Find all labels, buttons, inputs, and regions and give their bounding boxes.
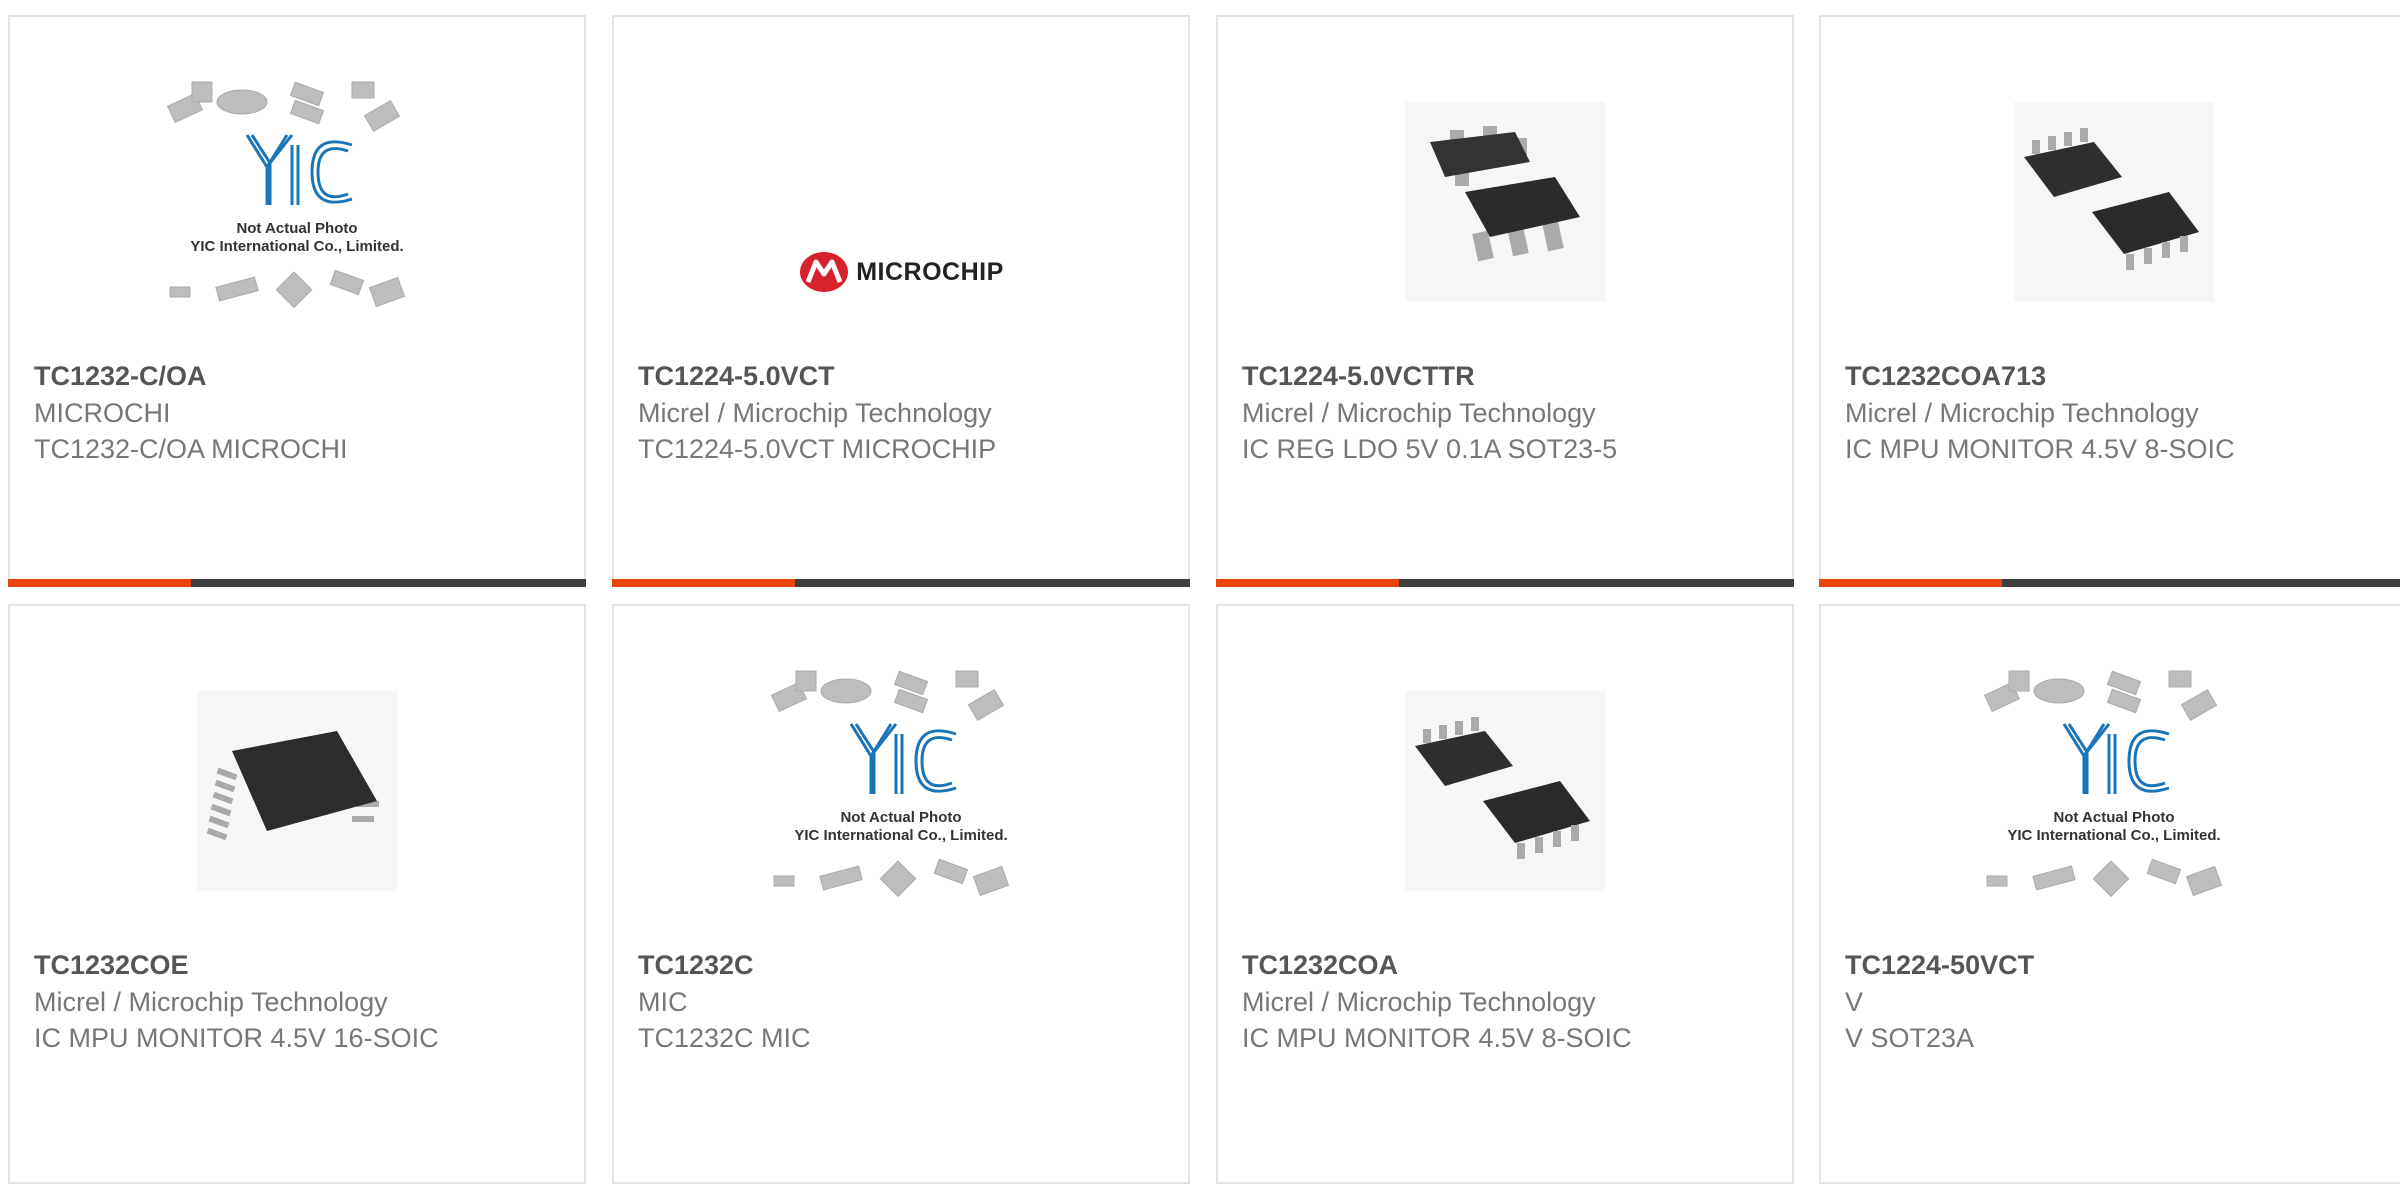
description: IC MPU MONITOR 4.5V 8-SOIC (1845, 434, 2235, 464)
manufacturer: Micrel / Microchip Technology (638, 398, 992, 428)
soic8-package-photo (2014, 102, 2214, 302)
product-card[interactable]: TC1232COE Micrel / Microchip Technology … (8, 604, 586, 1184)
manufacturer: Micrel / Microchip Technology (1845, 398, 2199, 428)
placeholder-text-1: Not Actual Photo (2053, 809, 2174, 826)
description: TC1232-C/OA MICROCHI (34, 434, 348, 464)
product-image: Not Actual Photo YIC International Co., … (614, 666, 1188, 956)
part-number[interactable]: TC1224-5.0VCTTR (1242, 357, 1732, 395)
part-number[interactable]: TC1232-C/OA (34, 357, 524, 395)
part-number[interactable]: TC1232C (638, 946, 1128, 984)
card-bottom-bar (612, 579, 1190, 587)
product-image (10, 666, 584, 956)
product-image: Not Actual Photo YIC International Co., … (1821, 666, 2400, 956)
manufacturer: MICROCHI (34, 398, 171, 428)
soic16-package-photo (197, 691, 397, 891)
product-image (1821, 77, 2400, 367)
soic8-package-photo (1405, 691, 1605, 891)
part-number[interactable]: TC1232COE (34, 946, 524, 984)
description: TC1224-5.0VCT MICROCHIP (638, 434, 997, 464)
not-actual-photo-placeholder: Not Actual Photo YIC International Co., … (770, 670, 1010, 898)
part-number[interactable]: TC1224-50VCT (1845, 946, 2347, 984)
placeholder-text-1: Not Actual Photo (840, 809, 961, 826)
manufacturer: Micrel / Microchip Technology (1242, 987, 1596, 1017)
description: IC MPU MONITOR 4.5V 8-SOIC (1242, 1023, 1632, 1053)
sot23-package-photo (1405, 102, 1605, 302)
part-number[interactable]: TC1232COA (1242, 946, 1732, 984)
product-card[interactable]: TC1232COA713 Micrel / Microchip Technolo… (1819, 15, 2400, 587)
placeholder-text-1: Not Actual Photo (236, 220, 357, 237)
product-card[interactable]: MICROCHIP TC1224-5.0VCT Micrel / Microch… (612, 15, 1190, 587)
product-card[interactable]: Not Actual Photo YIC International Co., … (8, 15, 586, 587)
placeholder-text-2: YIC International Co., Limited. (2007, 827, 2220, 844)
part-number[interactable]: TC1232COA713 (1845, 357, 2347, 395)
product-card[interactable]: TC1232COA Micrel / Microchip Technology … (1216, 604, 1794, 1184)
product-image: MICROCHIP (614, 77, 1188, 367)
placeholder-text-2: YIC International Co., Limited. (190, 238, 403, 255)
microchip-logo-icon (800, 252, 849, 292)
manufacturer: MIC (638, 987, 688, 1017)
not-actual-photo-placeholder: Not Actual Photo YIC International Co., … (1983, 670, 2223, 898)
product-image (1218, 77, 1792, 367)
product-image: Not Actual Photo YIC International Co., … (10, 77, 584, 367)
manufacturer: V (1845, 987, 1864, 1017)
brand-logo-text: MICROCHIP (856, 257, 1004, 286)
description: V SOT23A (1845, 1023, 1975, 1053)
part-number[interactable]: TC1224-5.0VCT (638, 357, 1128, 395)
description: IC REG LDO 5V 0.1A SOT23-5 (1242, 434, 1618, 464)
description: IC MPU MONITOR 4.5V 16-SOIC (34, 1023, 439, 1053)
card-bottom-bar (1819, 579, 2400, 587)
manufacturer: Micrel / Microchip Technology (34, 987, 388, 1017)
placeholder-text-2: YIC International Co., Limited. (794, 827, 1007, 844)
card-bottom-bar (8, 579, 586, 587)
product-image (1218, 666, 1792, 956)
manufacturer: Micrel / Microchip Technology (1242, 398, 1596, 428)
product-card[interactable]: Not Actual Photo YIC International Co., … (1819, 604, 2400, 1184)
product-card[interactable]: Not Actual Photo YIC International Co., … (612, 604, 1190, 1184)
not-actual-photo-placeholder: Not Actual Photo YIC International Co., … (166, 81, 406, 309)
card-bottom-bar (1216, 579, 1794, 587)
description: TC1232C MIC (638, 1023, 811, 1053)
product-card[interactable]: TC1224-5.0VCTTR Micrel / Microchip Techn… (1216, 15, 1794, 587)
